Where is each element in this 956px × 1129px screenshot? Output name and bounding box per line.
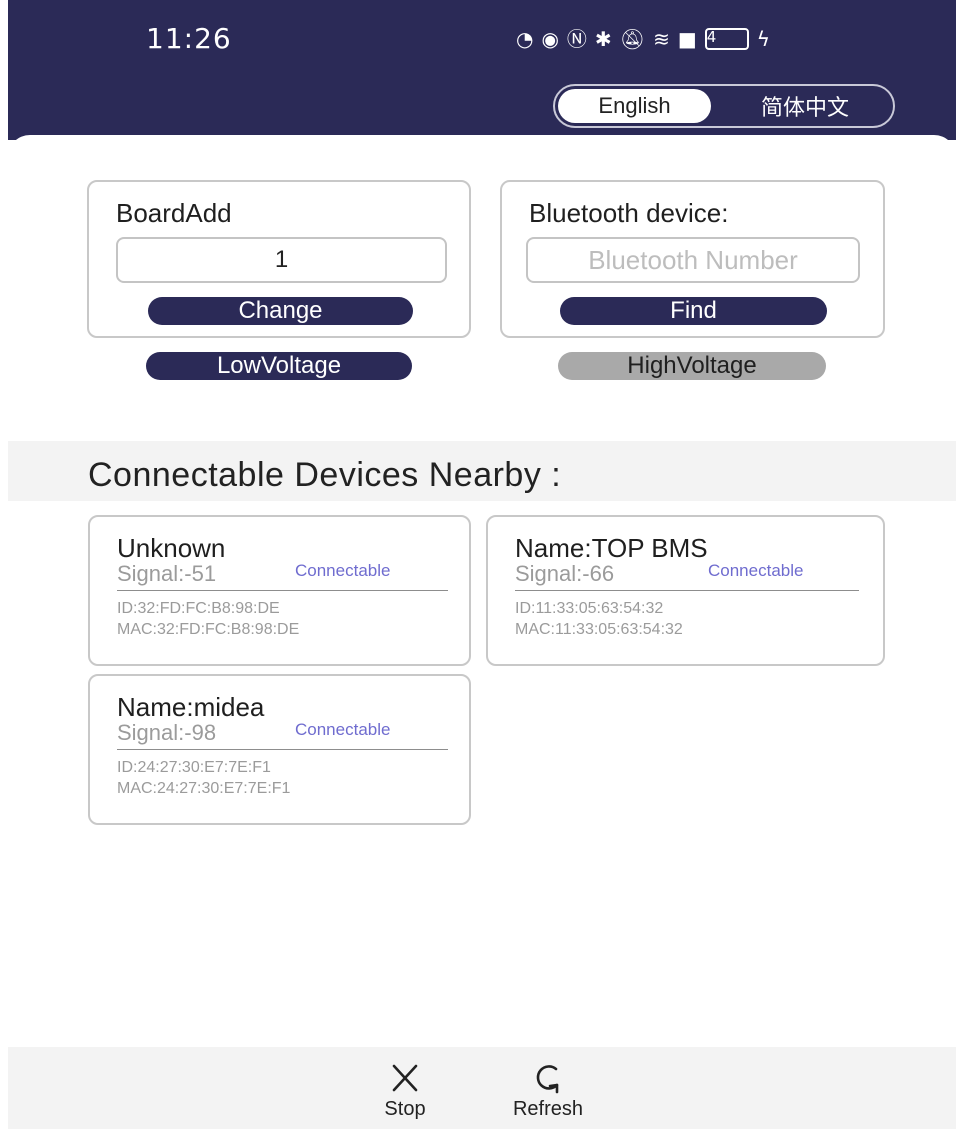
device-card[interactable]: Name:TOP BMS Signal:-66 Connectable ID:1… — [486, 515, 885, 666]
bluetooth-number-input[interactable]: Bluetooth Number — [526, 237, 860, 283]
find-button[interactable]: Find — [560, 297, 827, 325]
app-header: 11:26 ◔ ◉ Ⓝ ✱ 🔕︎ ≋ ■ 4 ϟ English 简体中文 — [8, 0, 956, 140]
devices-section-title: Connectable Devices Nearby : — [88, 456, 562, 494]
speed-icon: ◔ — [516, 27, 534, 51]
device-signal: Signal:-66 — [515, 561, 615, 586]
refresh-icon — [536, 1065, 559, 1094]
language-toggle[interactable]: English 简体中文 — [553, 84, 895, 128]
bottom-action-bar — [8, 1047, 956, 1129]
device-id: ID:11:33:05:63:54:32 — [515, 600, 664, 617]
board-address-input[interactable]: 1 — [116, 237, 447, 283]
refresh-button[interactable]: Refresh — [490, 1060, 606, 1121]
stop-button[interactable]: Stop — [366, 1060, 444, 1121]
refresh-label: Refresh — [512, 1098, 584, 1120]
change-button[interactable]: Change — [148, 297, 413, 325]
card-divider — [515, 590, 859, 591]
wifi-icon: ≋ — [653, 27, 670, 51]
device-id: ID:32:FD:FC:B8:98:DE — [117, 600, 280, 617]
device-card[interactable]: Unknown Signal:-51 Connectable ID:32:FD:… — [88, 515, 471, 666]
board-address-title: BoardAdd — [116, 198, 232, 228]
bluetooth-icon: ✱ — [594, 27, 612, 51]
device-mac: MAC:11:33:05:63:54:32 — [515, 621, 683, 638]
bluetooth-title: Bluetooth device: — [529, 198, 729, 228]
alert-icon: ■ — [677, 27, 697, 51]
low-voltage-button[interactable]: LowVoltage — [146, 352, 412, 380]
stop-label: Stop — [384, 1098, 426, 1120]
nfc-icon: Ⓝ — [566, 27, 587, 51]
device-connectable-status: Connectable — [295, 561, 391, 580]
device-signal: Signal:-51 — [117, 561, 217, 586]
battery-icon: 4 — [704, 28, 749, 50]
status-time: 11:26 — [146, 22, 232, 55]
bluetooth-panel: Bluetooth device: Bluetooth Number Find — [500, 180, 885, 338]
high-voltage-button[interactable]: HighVoltage — [558, 352, 826, 380]
device-signal: Signal:-98 — [117, 720, 217, 745]
device-mac: MAC:24:27:30:E7:7E:F1 — [117, 780, 291, 797]
card-divider — [117, 749, 448, 750]
device-name: Name:TOP BMS — [515, 533, 708, 563]
battery-level: 4 — [706, 28, 717, 46]
device-connectable-status: Connectable — [708, 561, 804, 580]
device-name: Name:midea — [117, 692, 265, 722]
device-connectable-status: Connectable — [295, 720, 391, 739]
status-icons: ◔ ◉ Ⓝ ✱ 🔕︎ ≋ ■ 4 ϟ — [516, 22, 770, 56]
device-name: Unknown — [117, 533, 226, 563]
card-divider — [117, 590, 448, 591]
charging-icon: ϟ — [756, 27, 770, 51]
board-address-panel: BoardAdd 1 Change — [87, 180, 471, 338]
mute-icon: 🔕︎ — [619, 27, 646, 51]
close-icon — [392, 1064, 418, 1092]
device-mac: MAC:32:FD:FC:B8:98:DE — [117, 621, 300, 638]
device-id: ID:24:27:30:E7:7E:F1 — [117, 759, 271, 776]
eye-icon: ◉ — [541, 27, 559, 51]
device-card[interactable]: Name:midea Signal:-98 Connectable ID:24:… — [88, 674, 471, 825]
language-chinese-option[interactable]: 简体中文 — [730, 89, 880, 123]
language-english-option[interactable]: English — [558, 89, 711, 123]
